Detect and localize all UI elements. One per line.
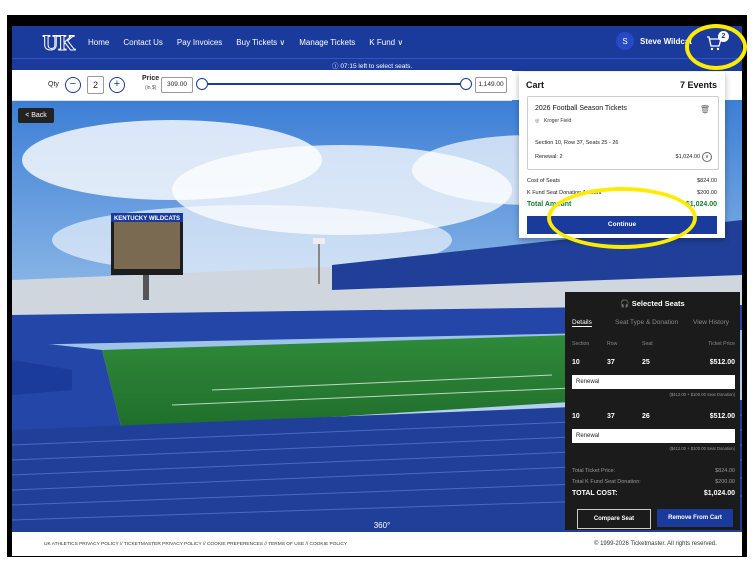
seat-section: 10: [572, 359, 580, 366]
app-window: KENTUCKY WILDCATS 360° UK Home Contact U…: [12, 26, 742, 556]
total-cost-label: TOTAL COST:: [572, 490, 618, 497]
total-cost-row: TOTAL COST: $1,024.00: [572, 490, 735, 497]
qty-input[interactable]: 2: [87, 76, 104, 94]
compare-seat-button[interactable]: Compare Seat: [577, 509, 651, 529]
nav-buy-tickets[interactable]: Buy Tickets ∨: [236, 38, 285, 47]
nav-pay-invoices[interactable]: Pay Invoices: [177, 38, 222, 47]
user-menu[interactable]: S Steve Wildcat: [616, 32, 692, 50]
seat-number: 26: [642, 413, 650, 420]
nav-links: Home Contact Us Pay Invoices Buy Tickets…: [88, 26, 403, 58]
col-seat: Seat: [642, 341, 653, 347]
kfund-donation-row: Total K Fund Seat Donation: $200.00: [572, 479, 735, 485]
price-slider-track[interactable]: [198, 83, 466, 85]
chevron-down-icon[interactable]: ∨: [702, 152, 712, 162]
event-renewal: Renewal: 2: [535, 154, 563, 160]
nav-manage-tickets[interactable]: Manage Tickets: [299, 38, 355, 47]
price-max-input[interactable]: 1,149.00: [475, 77, 507, 93]
highlight-circle-cart: [685, 24, 747, 70]
cart-events-count: 7 Events: [679, 80, 717, 90]
trash-icon[interactable]: 🗑: [700, 105, 710, 114]
total-ticket-price-row: Total Ticket Price: $824.00: [572, 468, 735, 474]
seat-section: 10: [572, 413, 580, 420]
seat-price: $512.00: [709, 359, 735, 366]
top-nav: UK Home Contact Us Pay Invoices Buy Tick…: [12, 26, 742, 58]
timer-value: 07:15 left to select seats.: [340, 63, 413, 70]
kfund-donation-value: $200.00: [715, 479, 735, 485]
tab-details[interactable]: Details: [572, 319, 592, 327]
footer-links[interactable]: UK ATHLETICS PRIVACY POLICY // TICKETMAS…: [44, 542, 347, 547]
seat-row-number: 37: [607, 413, 615, 420]
cart-title: Cart: [526, 80, 545, 90]
total-ticket-price-label: Total Ticket Price:: [572, 468, 616, 474]
cost-of-seats-label: Cost of Seats: [527, 178, 561, 184]
timer-text: ⓘ 07:15 left to select seats.: [332, 63, 413, 70]
seat-row-number: 37: [607, 359, 615, 366]
col-ticket-price: Ticket Price: [708, 341, 735, 347]
seat-price: $512.00: [709, 413, 735, 420]
cart-event-card: 2026 Football Season Tickets 🗑 ◎ Kroger …: [527, 96, 719, 170]
location-pin-icon: ◎: [535, 118, 540, 124]
remove-from-cart-button[interactable]: Remove From Cart: [657, 509, 733, 527]
price-label: Price: [142, 75, 160, 82]
nav-k-fund[interactable]: K Fund ∨: [369, 38, 403, 47]
qty-decrease-button[interactable]: −: [65, 77, 81, 93]
selected-seats-title: 🎧 Selected Seats: [620, 299, 685, 308]
col-section: Section: [572, 341, 590, 347]
seat-tabs: Details Seat Type & Donation View Histor…: [572, 319, 737, 331]
seat-price-note: ($412.00 + $100.00 Seat Donation): [669, 392, 735, 397]
price-slider-min-handle[interactable]: [196, 78, 208, 90]
price-slider-max-handle[interactable]: [460, 78, 472, 90]
event-amount: $1,024.00: [675, 154, 700, 160]
scoreboard-text: KENTUCKY WILDCATS: [114, 216, 180, 222]
col-row: Row: [607, 341, 618, 347]
svg-text:UK: UK: [43, 30, 76, 55]
selected-seats-title-text: Selected Seats: [631, 299, 685, 308]
filter-bar: Qty − 2 + Price (in $) 309.00 1,149.00: [12, 70, 512, 101]
price-min-input[interactable]: 309.00: [161, 77, 193, 93]
footer: UK ATHLETICS PRIVACY POLICY // TICKETMAS…: [12, 532, 742, 556]
tab-seat-type-donation[interactable]: Seat Type & Donation: [615, 319, 678, 326]
total-cost-value: $1,024.00: [703, 490, 735, 497]
seat-type-select[interactable]: Renewal: [572, 429, 735, 443]
kfund-donation-label: Total K Fund Seat Donation:: [572, 479, 641, 485]
seat-type-select[interactable]: Renewal: [572, 375, 735, 389]
avatar: S: [616, 32, 634, 50]
donation-value: $200.00: [697, 190, 717, 196]
event-name: 2026 Football Season Tickets: [535, 105, 627, 112]
360-view-label: 360°: [374, 521, 391, 530]
highlight-circle-continue: [547, 187, 697, 249]
event-seats: Section 10, Row 37, Seats 25 - 26: [535, 140, 619, 146]
copyright: © 1999-2026 Ticketmaster. All rights res…: [594, 541, 717, 547]
nav-home[interactable]: Home: [88, 38, 109, 47]
selected-seats-panel: 🎧 Selected Seats Details Seat Type & Don…: [565, 292, 740, 530]
qty-increase-button[interactable]: +: [109, 77, 125, 93]
event-venue: Kroger Field: [544, 118, 572, 124]
seat-number: 25: [642, 359, 650, 366]
nav-contact-us[interactable]: Contact Us: [123, 38, 163, 47]
tab-view-history[interactable]: View History: [693, 319, 729, 326]
seat-price-note: ($412.00 + $100.00 Seat Donation): [669, 446, 735, 451]
cost-of-seats-row: Cost of Seats $824.00: [527, 178, 717, 184]
uk-logo[interactable]: UK: [42, 29, 76, 56]
price-unit: (in $): [145, 85, 157, 91]
back-button[interactable]: < Back: [18, 108, 54, 123]
qty-label: Qty: [48, 81, 59, 88]
cost-of-seats-value: $824.00: [697, 178, 717, 184]
total-ticket-price-value: $824.00: [715, 468, 735, 474]
